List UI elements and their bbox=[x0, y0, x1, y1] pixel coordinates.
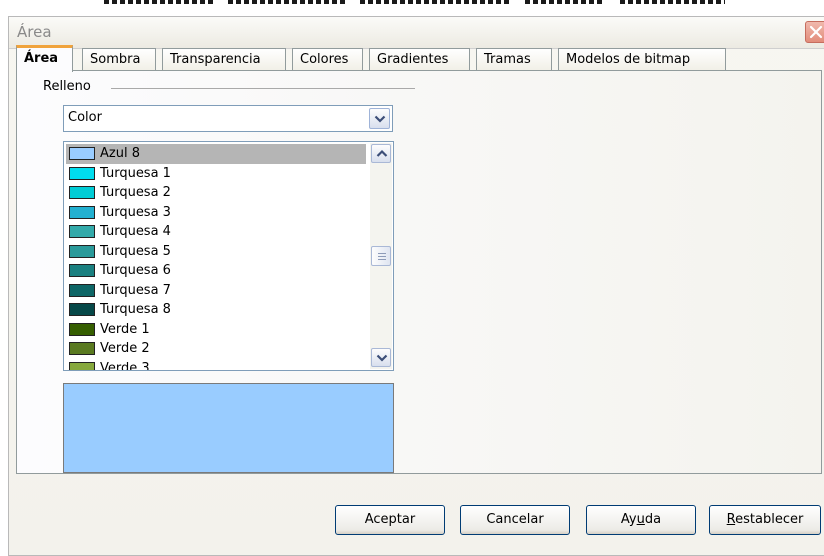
close-button[interactable] bbox=[805, 21, 824, 43]
vertical-scrollbar[interactable] bbox=[370, 143, 392, 369]
list-item[interactable]: Turquesa 6 bbox=[66, 261, 366, 281]
background-window-strip bbox=[0, 0, 824, 14]
dialog-title: Área bbox=[17, 23, 52, 41]
list-item[interactable]: Verde 2 bbox=[66, 339, 366, 359]
list-item[interactable]: Verde 3 bbox=[66, 359, 366, 371]
tab-sombra[interactable]: Sombra bbox=[82, 48, 156, 71]
color-name: Turquesa 4 bbox=[100, 224, 171, 239]
scroll-down-button[interactable] bbox=[371, 348, 391, 367]
tab-area[interactable]: Área bbox=[16, 45, 73, 72]
dropdown-button[interactable] bbox=[369, 108, 390, 129]
chevron-up-icon bbox=[376, 149, 388, 157]
chevron-down-icon bbox=[374, 115, 386, 123]
list-item[interactable]: Turquesa 4 bbox=[66, 222, 366, 242]
color-swatch bbox=[69, 225, 95, 238]
color-name: Turquesa 5 bbox=[100, 243, 171, 259]
chevron-down-icon bbox=[376, 354, 388, 362]
list-item[interactable]: Turquesa 5 bbox=[66, 242, 366, 262]
color-name: Azul 8 bbox=[100, 146, 140, 161]
list-item[interactable]: Turquesa 1 bbox=[66, 164, 366, 184]
ok-button[interactable]: Aceptar bbox=[335, 505, 445, 535]
tab-modelos-de-bitmap[interactable]: Modelos de bitmap bbox=[558, 48, 726, 71]
color-preview bbox=[63, 383, 394, 473]
tab-gradientes[interactable]: Gradientes bbox=[369, 48, 470, 71]
color-swatch bbox=[69, 147, 95, 160]
group-divider bbox=[111, 88, 415, 89]
tab-colores[interactable]: Colores bbox=[292, 48, 363, 71]
tab-panel-area: Relleno Color Azul 8 Turquesa 1 Turquesa… bbox=[16, 70, 822, 474]
color-swatch bbox=[69, 205, 95, 219]
color-swatch bbox=[69, 244, 95, 258]
color-swatch bbox=[69, 264, 95, 277]
help-button[interactable]: Ayuda bbox=[586, 505, 696, 535]
color-name: Turquesa 8 bbox=[100, 302, 171, 317]
title-bar[interactable]: Área bbox=[9, 17, 824, 49]
list-item[interactable]: Turquesa 7 bbox=[66, 281, 366, 301]
color-name: Verde 1 bbox=[100, 321, 150, 337]
fill-type-value: Color bbox=[68, 110, 102, 125]
color-swatch bbox=[69, 186, 95, 199]
color-name: Turquesa 6 bbox=[100, 263, 171, 278]
color-swatch bbox=[69, 303, 95, 316]
color-name: Turquesa 2 bbox=[100, 185, 171, 200]
color-name: Turquesa 1 bbox=[100, 165, 171, 181]
color-swatch bbox=[69, 361, 95, 370]
fill-group-label: Relleno bbox=[43, 79, 91, 94]
color-swatch bbox=[69, 283, 95, 297]
list-item[interactable]: Verde 1 bbox=[66, 320, 366, 340]
color-swatch bbox=[69, 342, 95, 355]
color-listbox[interactable]: Azul 8 Turquesa 1 Turquesa 2 Turquesa 3 … bbox=[63, 141, 394, 371]
close-icon bbox=[809, 25, 823, 39]
list-item[interactable]: Turquesa 2 bbox=[66, 183, 366, 203]
list-item[interactable]: Azul 8 bbox=[66, 144, 366, 164]
tab-transparencia[interactable]: Transparencia bbox=[162, 48, 286, 71]
list-item[interactable]: Turquesa 8 bbox=[66, 300, 366, 320]
color-swatch bbox=[69, 166, 95, 180]
list-item[interactable]: Turquesa 3 bbox=[66, 203, 366, 223]
color-name: Verde 2 bbox=[100, 341, 150, 356]
scroll-thumb[interactable] bbox=[371, 246, 391, 266]
cancel-button[interactable]: Cancelar bbox=[460, 505, 570, 535]
color-name: Turquesa 7 bbox=[100, 282, 171, 298]
tab-tramas[interactable]: Tramas bbox=[476, 48, 552, 71]
reset-button[interactable]: Restablecer bbox=[709, 505, 821, 535]
color-name: Verde 3 bbox=[100, 360, 150, 371]
color-swatch bbox=[69, 322, 95, 336]
scroll-up-button[interactable] bbox=[371, 144, 391, 163]
fill-type-select[interactable]: Color bbox=[63, 105, 393, 132]
color-name: Turquesa 3 bbox=[100, 204, 171, 220]
